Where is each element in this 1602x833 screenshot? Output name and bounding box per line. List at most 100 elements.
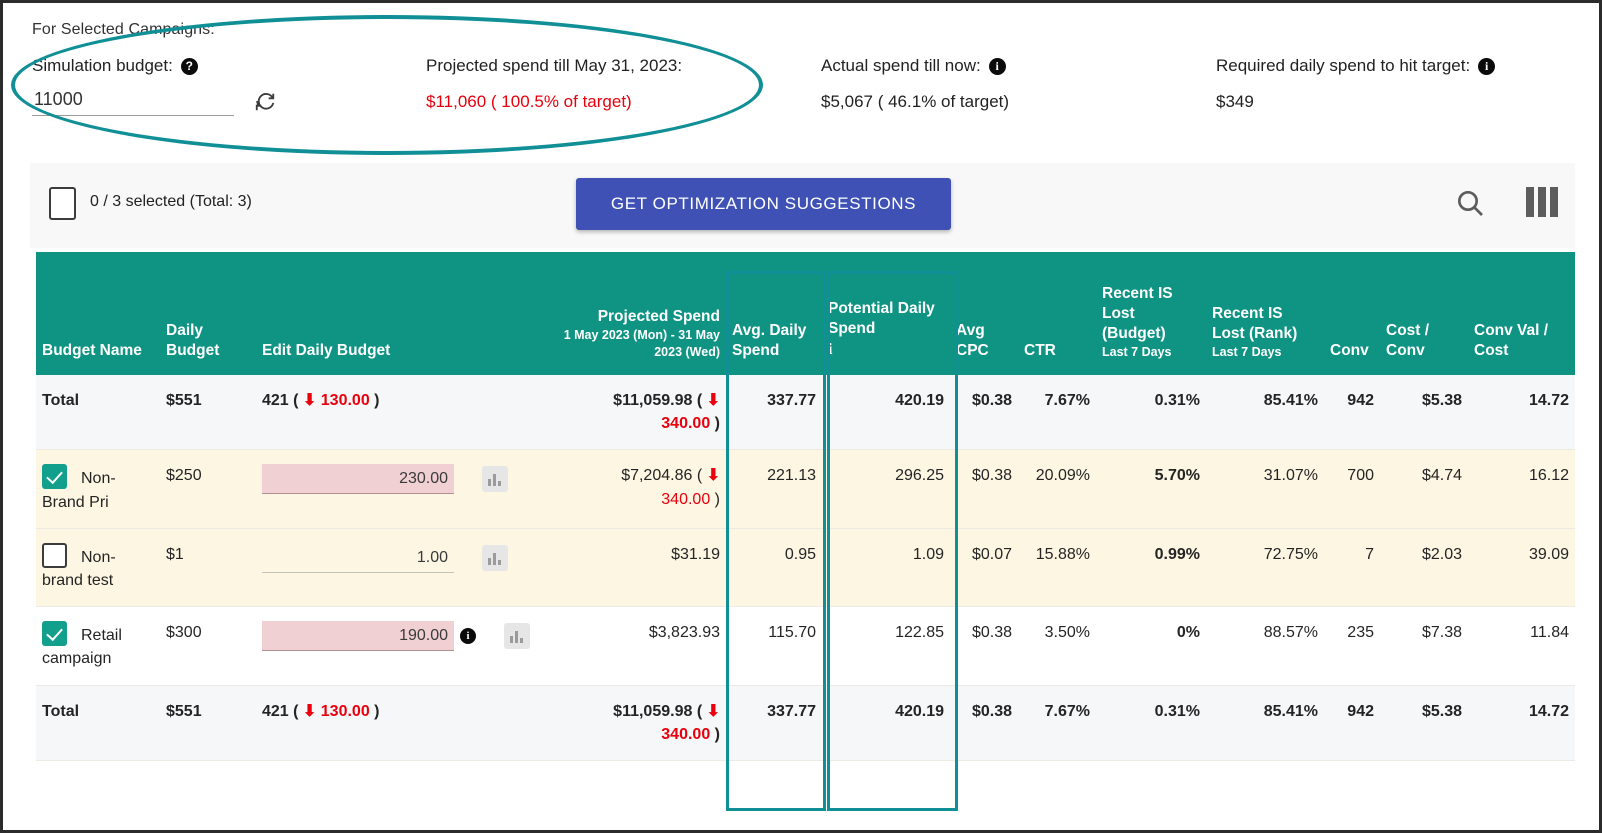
decrease-arrow-icon: ⬇ bbox=[706, 702, 720, 720]
cell-budget-name: Retail campaign bbox=[36, 606, 160, 686]
simulation-budget-input[interactable] bbox=[32, 86, 234, 116]
col-potential-daily-spend-label: Potential Daily Spend bbox=[828, 300, 935, 338]
cell-avg-cpc: $0.07 bbox=[950, 528, 1018, 608]
cell-recent-is-lost-budget: 5.70% bbox=[1096, 449, 1206, 529]
actual-spend-value: $5,067 ( 46.1% of target) bbox=[821, 92, 1010, 111]
cell-budget-name: Total bbox=[36, 375, 160, 451]
col-recent-is-lost-rank[interactable]: Recent IS Lost (Rank) Last 7 Days bbox=[1206, 252, 1324, 375]
cell-cost-per-conv: $4.74 bbox=[1380, 449, 1468, 529]
projected-spend-value: $11,059.98 ( ⬇ 340.00 ) bbox=[613, 702, 720, 743]
help-circle-icon[interactable]: ? bbox=[180, 57, 198, 75]
table-row: Non-brand test $1 1.00 $31.19 0.95 1.09 $0.07 1… bbox=[36, 528, 1575, 608]
col-ctr[interactable]: CTR bbox=[1018, 252, 1096, 375]
row-checkbox[interactable] bbox=[42, 621, 67, 647]
cell-projected-spend: $3,823.93 bbox=[542, 606, 726, 686]
table-row: Retail campaign $300 190.00 i $3,823.93 115.7… bbox=[36, 606, 1575, 686]
cell-potential-daily-spend: 420.19 bbox=[822, 685, 950, 761]
cell-recent-is-lost-rank: 88.57% bbox=[1206, 606, 1324, 686]
edit-daily-budget-input[interactable]: 1.00 bbox=[262, 543, 454, 573]
select-all-checkbox[interactable] bbox=[49, 187, 76, 220]
col-budget-name[interactable]: Budget Name bbox=[36, 252, 160, 375]
col-projected-spend[interactable]: Projected Spend 1 May 2023 (Mon) - 31 Ma… bbox=[542, 252, 726, 375]
col-conv-val-cost[interactable]: Conv Val / Cost bbox=[1468, 252, 1575, 375]
simulation-budget-input-row bbox=[32, 86, 276, 116]
col-daily-budget-label: Daily Budget bbox=[166, 321, 220, 359]
col-conv-val-cost-label: Conv Val / Cost bbox=[1474, 321, 1549, 359]
col-edit-daily-budget[interactable]: Edit Daily Budget bbox=[256, 252, 542, 375]
decrease-arrow-icon: ⬇ bbox=[302, 702, 317, 720]
simulation-budget-group: Simulation budget: ? bbox=[32, 56, 276, 116]
info-circle-icon[interactable]: i bbox=[988, 57, 1006, 75]
projected-spend-delta: 340.00 bbox=[661, 725, 711, 743]
cell-avg-daily-spend: 221.13 bbox=[726, 449, 822, 529]
cell-cost-per-conv: $7.38 bbox=[1380, 606, 1468, 686]
cell-cost-per-conv: $5.38 bbox=[1380, 375, 1468, 451]
bar-chart-icon[interactable] bbox=[482, 466, 508, 493]
col-conv-label: Conv bbox=[1330, 341, 1369, 359]
table-row: Total $551 421 ( ⬇ 130.00 ) $11,059.98 ( ⬇ 3… bbox=[36, 685, 1575, 761]
cell-potential-daily-spend: 296.25 bbox=[822, 449, 950, 529]
col-avg-cpc[interactable]: Avg CPC bbox=[950, 252, 1018, 375]
col-projected-spend-sub: 1 May 2023 (Mon) - 31 May 2023 (Wed) bbox=[563, 328, 720, 360]
decrease-arrow-icon: ⬇ bbox=[706, 467, 720, 485]
col-edit-daily-budget-label: Edit Daily Budget bbox=[262, 341, 391, 359]
edit-daily-budget-input[interactable]: 230.00 bbox=[262, 464, 454, 495]
cell-avg-daily-spend: 337.77 bbox=[726, 375, 822, 451]
cell-ctr: 20.09% bbox=[1018, 449, 1096, 529]
col-cost-per-conv[interactable]: Cost / Conv bbox=[1380, 252, 1468, 375]
col-conv[interactable]: Conv bbox=[1324, 252, 1380, 375]
required-daily-spend-label-row: Required daily spend to hit target: i bbox=[1216, 56, 1496, 76]
cell-recent-is-lost-rank: 31.07% bbox=[1206, 449, 1324, 529]
info-circle-icon[interactable]: i bbox=[1478, 57, 1496, 75]
info-circle-icon[interactable]: i bbox=[460, 628, 476, 645]
cell-avg-cpc: $0.38 bbox=[950, 685, 1018, 761]
cell-conv-val-cost: 16.12 bbox=[1468, 449, 1575, 529]
cell-conv-val-cost: 14.72 bbox=[1468, 685, 1575, 761]
col-avg-daily-spend-label: Avg. Daily Spend bbox=[732, 321, 807, 359]
cell-budget-name: Non-Brand Pri bbox=[36, 449, 160, 529]
col-budget-name-label: Budget Name bbox=[42, 341, 142, 359]
cell-daily-budget: $300 bbox=[160, 606, 256, 686]
cell-edit-daily-budget: 190.00 i bbox=[256, 606, 542, 686]
cell-recent-is-lost-rank: 85.41% bbox=[1206, 685, 1324, 761]
refresh-icon[interactable] bbox=[254, 91, 276, 113]
budget-table-container: Budget Name Daily Budget Edit Daily Budg… bbox=[36, 252, 1575, 830]
cell-avg-daily-spend: 115.70 bbox=[726, 606, 822, 686]
col-potential-daily-spend[interactable]: Potential Daily Spend i bbox=[822, 252, 950, 375]
cell-projected-spend: $11,059.98 ( ⬇ 340.00 ) bbox=[542, 685, 726, 761]
cell-edit-daily-budget: 230.00 bbox=[256, 449, 542, 529]
col-avg-daily-spend[interactable]: Avg. Daily Spend bbox=[726, 252, 822, 375]
app-frame: For Selected Campaigns: Simulation budge… bbox=[0, 0, 1602, 833]
col-recent-is-lost-budget[interactable]: Recent IS Lost (Budget) Last 7 Days bbox=[1096, 252, 1206, 375]
cell-projected-spend: $31.19 bbox=[542, 528, 726, 608]
col-cost-per-conv-label: Cost / Conv bbox=[1386, 321, 1430, 359]
row-checkbox[interactable] bbox=[42, 542, 67, 568]
columns-icon[interactable] bbox=[1526, 187, 1560, 217]
search-icon[interactable] bbox=[1454, 187, 1486, 219]
cell-daily-budget: $551 bbox=[160, 685, 256, 761]
cell-recent-is-lost-budget: 0.31% bbox=[1096, 375, 1206, 451]
col-recent-is-lost-budget-label: Recent IS Lost (Budget) bbox=[1102, 284, 1173, 342]
decrease-arrow-icon: ⬇ bbox=[302, 392, 317, 409]
cell-conv: 942 bbox=[1324, 685, 1380, 761]
col-daily-budget[interactable]: Daily Budget bbox=[160, 252, 256, 375]
col-recent-is-lost-rank-label: Recent IS Lost (Rank) bbox=[1212, 304, 1298, 342]
projected-spend-delta: 340.00 bbox=[661, 415, 711, 433]
bar-chart-icon[interactable] bbox=[482, 544, 508, 571]
projected-spend-label: Projected spend till May 31, 2023: bbox=[426, 56, 683, 75]
budget-name-label: Total bbox=[42, 392, 80, 409]
cell-projected-spend: $11,059.98 ( ⬇ 340.00 ) bbox=[542, 375, 726, 451]
projected-spend-value: $11,059.98 ( ⬇ 340.00 ) bbox=[613, 392, 720, 433]
cell-potential-daily-spend: 1.09 bbox=[822, 528, 950, 608]
info-i-icon[interactable]: i bbox=[828, 339, 944, 361]
cell-recent-is-lost-budget: 0.99% bbox=[1096, 528, 1206, 608]
bar-chart-icon[interactable] bbox=[504, 623, 530, 650]
edit-daily-budget-input[interactable]: 190.00 bbox=[262, 621, 454, 652]
row-checkbox[interactable] bbox=[42, 464, 67, 490]
actual-spend-label: Actual spend till now: bbox=[821, 56, 981, 75]
projected-spend-group: Projected spend till May 31, 2023: $11,0… bbox=[426, 56, 682, 112]
cell-avg-cpc: $0.38 bbox=[950, 606, 1018, 686]
cell-conv: 235 bbox=[1324, 606, 1380, 686]
get-optimization-suggestions-button[interactable]: GET OPTIMIZATION SUGGESTIONS bbox=[576, 178, 951, 230]
cell-avg-daily-spend: 0.95 bbox=[726, 528, 822, 608]
